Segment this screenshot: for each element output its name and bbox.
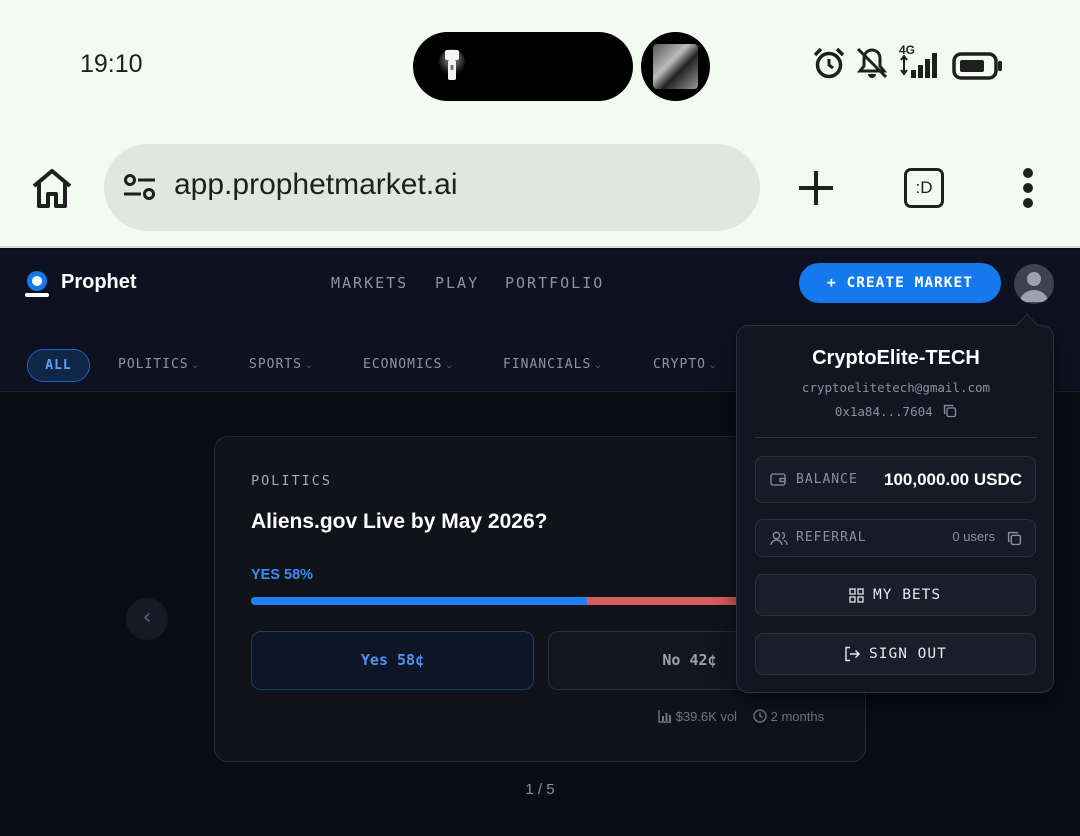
volume-stat: $39.6K vol (658, 709, 737, 724)
users-icon (770, 531, 788, 546)
home-icon[interactable] (30, 166, 74, 210)
balance-label: BALANCE (796, 472, 858, 487)
chevron-down-icon: ⌵ (709, 361, 717, 371)
divider (755, 437, 1037, 438)
wallet-icon (770, 473, 786, 486)
category-politics[interactable]: POLITICS ⌵ (118, 357, 199, 372)
signal-icon (900, 53, 937, 78)
account-email: cryptoelitetech@gmail.com (801, 380, 991, 395)
sign-out-icon (845, 646, 860, 662)
account-dropdown: CryptoElite-TECH cryptoelitetech@gmail.c… (736, 313, 1055, 693)
market-category: POLITICS (251, 473, 333, 489)
chevron-down-icon: ⌵ (446, 361, 453, 371)
yes-percentage: YES 58% (251, 567, 314, 583)
time-left-stat: 2 months (753, 709, 824, 724)
copy-icon[interactable] (1007, 531, 1022, 546)
balance-box: BALANCE 100,000.00 USDC (755, 456, 1036, 503)
user-icon (1020, 272, 1048, 302)
tabs-button[interactable]: :D (904, 168, 944, 208)
flashlight-icon (439, 49, 465, 80)
nav-play[interactable]: PLAY (435, 274, 479, 292)
alarm-icon (813, 47, 845, 79)
avatar[interactable] (1014, 264, 1054, 304)
more-vert-icon[interactable] (1018, 168, 1038, 208)
tune-icon[interactable] (122, 172, 158, 202)
my-bets-label: MY BETS (873, 587, 942, 603)
grid-icon (849, 588, 864, 603)
referral-box: REFERRAL 0 users (755, 519, 1036, 557)
browser-toolbar: app.prophetmarket.ai :D (0, 132, 1080, 248)
account-name: CryptoElite-TECH (812, 347, 980, 369)
my-bets-button[interactable]: MY BETS (755, 574, 1036, 616)
prophet-logo-icon[interactable] (25, 270, 49, 298)
mute-icon (856, 47, 888, 79)
balance-value: 100,000.00 USDC (884, 470, 1022, 489)
category-all[interactable]: ALL (27, 349, 90, 382)
category-financials[interactable]: FINANCIALS ⌵ (503, 357, 602, 372)
clock-icon (753, 709, 767, 723)
chevron-down-icon: ⌵ (192, 361, 200, 371)
previous-button[interactable]: ‹ (126, 598, 168, 640)
address-bar[interactable]: app.prophetmarket.ai (104, 144, 760, 231)
pagination-indicator: 1 / 5 (525, 781, 555, 798)
probability-bar-yes (251, 597, 588, 605)
nav-portfolio[interactable]: PORTFOLIO (505, 274, 604, 292)
category-economics[interactable]: ECONOMICS ⌵ (363, 357, 453, 372)
status-bar: 19:10 4G (0, 0, 1080, 132)
copy-icon[interactable] (943, 404, 957, 418)
battery-icon (952, 52, 1002, 80)
dynamic-island[interactable] (413, 32, 633, 101)
plus-icon[interactable] (796, 168, 836, 208)
brand-name[interactable]: Prophet (61, 271, 137, 294)
chevron-down-icon: ⌵ (305, 361, 313, 371)
create-market-button[interactable]: + CREATE MARKET (799, 263, 1001, 303)
market-title[interactable]: Aliens.gov Live by May 2026? (251, 510, 547, 534)
album-art[interactable] (641, 32, 710, 101)
bar-chart-icon (658, 710, 671, 723)
chevron-down-icon: ⌵ (595, 361, 602, 371)
sign-out-label: SIGN OUT (869, 646, 947, 662)
sign-out-button[interactable]: SIGN OUT (755, 633, 1036, 675)
category-crypto[interactable]: CRYPTO ⌵ (653, 357, 716, 372)
wallet-address: 0x1a84...7604 (737, 404, 1055, 419)
referral-value: 0 users (952, 529, 995, 544)
nav-markets[interactable]: MARKETS (331, 274, 408, 292)
status-time: 19:10 (80, 50, 143, 78)
yes-button[interactable]: Yes 58¢ (251, 631, 534, 690)
referral-label: REFERRAL (796, 530, 867, 545)
url-text[interactable]: app.prophetmarket.ai (174, 168, 458, 202)
category-sports[interactable]: SPORTS ⌵ (249, 357, 312, 372)
